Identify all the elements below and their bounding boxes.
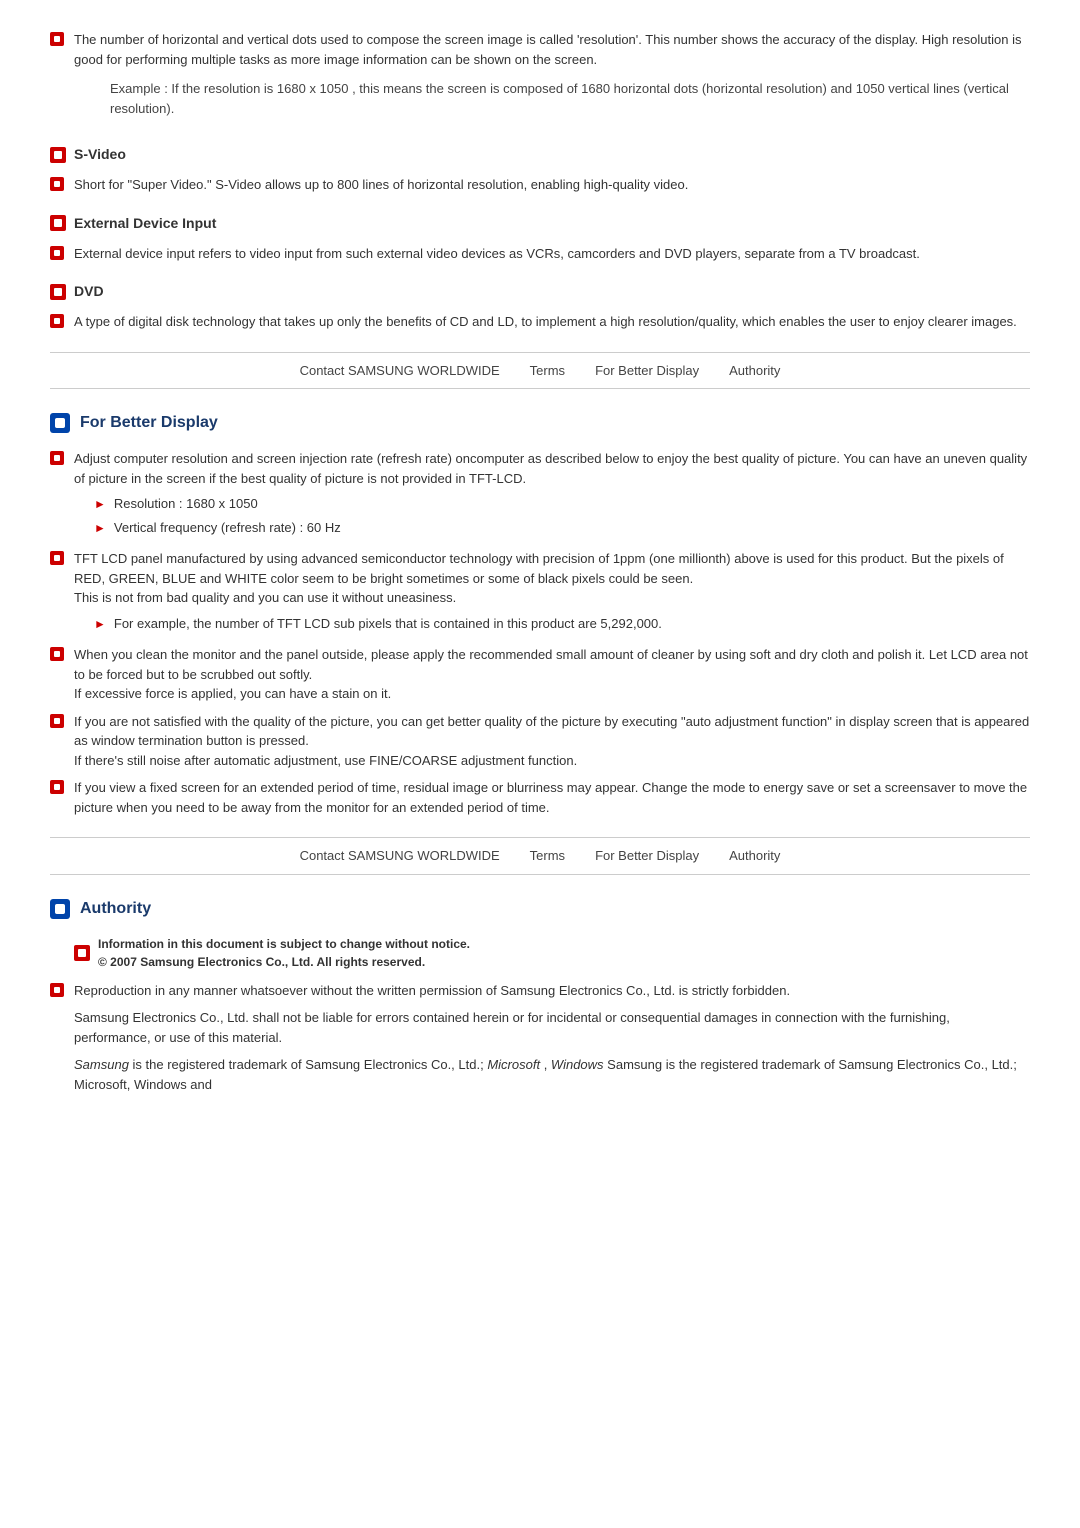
- bullet-icon-dvd: [50, 314, 64, 328]
- resolution-main-text: The number of horizontal and vertical do…: [74, 32, 1021, 67]
- fbd-sub-bullet-1-2: ► Vertical frequency (refresh rate) : 60…: [94, 518, 1030, 538]
- authority-bullet: Reproduction in any manner whatsoever wi…: [50, 981, 1030, 1103]
- svideo-heading: S-Video: [50, 144, 1030, 165]
- external-text: External device input refers to video in…: [74, 244, 920, 264]
- bullet-icon-fbd5: [50, 780, 64, 794]
- svideo-bullet: Short for "Super Video." S-Video allows …: [50, 175, 1030, 195]
- svideo-icon: [50, 147, 66, 163]
- fbd-bullet-5-content: If you view a fixed screen for an extend…: [74, 778, 1030, 817]
- forbetterdisplay-section: For Better Display Adjust computer resol…: [50, 411, 1030, 817]
- nav1-forbetterdisplay[interactable]: For Better Display: [595, 361, 699, 381]
- nav1-authority[interactable]: Authority: [729, 361, 780, 381]
- fbd-sub-bullet-1-1: ► Resolution : 1680 x 1050: [94, 494, 1030, 514]
- external-heading: External Device Input: [50, 213, 1030, 234]
- resolution-text: The number of horizontal and vertical do…: [74, 30, 1030, 126]
- external-bullet: External device input refers to video in…: [50, 244, 1030, 264]
- authority-windows-italic: Windows: [551, 1057, 604, 1072]
- authority-paragraphs: Reproduction in any manner whatsoever wi…: [74, 981, 1030, 1103]
- fbd-bullet-1-content: Adjust computer resolution and screen in…: [74, 449, 1030, 541]
- bullet-icon-external: [50, 246, 64, 260]
- nav2-authority[interactable]: Authority: [729, 846, 780, 866]
- fbd-bullet-4-content: If you are not satisfied with the qualit…: [74, 712, 1030, 771]
- fbd-bullet-2: TFT LCD panel manufactured by using adva…: [50, 549, 1030, 637]
- nav2-contact[interactable]: Contact SAMSUNG WORLDWIDE: [300, 846, 500, 866]
- dvd-heading: DVD: [50, 281, 1030, 302]
- bullet-icon-fbd2: [50, 551, 64, 565]
- arrow-icon-1-1: ►: [94, 495, 106, 513]
- dvd-bullet: A type of digital disk technology that t…: [50, 312, 1030, 332]
- forbetterdisplay-icon: [50, 413, 70, 433]
- svideo-section: S-Video Short for "Super Video." S-Video…: [50, 144, 1030, 195]
- authority-para-3: Samsung is the registered trademark of S…: [74, 1055, 1030, 1094]
- bullet-icon-resolution: [50, 32, 64, 46]
- navbar-1: Contact SAMSUNG WORLDWIDE Terms For Bett…: [50, 352, 1030, 390]
- resolution-example: Example : If the resolution is 1680 x 10…: [110, 79, 1030, 118]
- dvd-section: DVD A type of digital disk technology th…: [50, 281, 1030, 332]
- authority-note1: Information in this document is subject …: [98, 935, 470, 953]
- dvd-icon: [50, 284, 66, 300]
- bullet-icon-fbd3: [50, 647, 64, 661]
- nav1-contact[interactable]: Contact SAMSUNG WORLDWIDE: [300, 361, 500, 381]
- authority-note-icon: [74, 945, 90, 961]
- authority-note: Information in this document is subject …: [74, 935, 1030, 971]
- arrow-icon-1-2: ►: [94, 519, 106, 537]
- fbd-bullet-4: If you are not satisfied with the qualit…: [50, 712, 1030, 771]
- fbd-bullet-2-subbullets: ► For example, the number of TFT LCD sub…: [94, 614, 1030, 634]
- forbetterdisplay-heading: For Better Display: [50, 411, 1030, 435]
- authority-samsung-italic: Samsung: [74, 1057, 129, 1072]
- authority-microsoft-italic: Microsoft: [487, 1057, 540, 1072]
- bullet-icon-fbd1: [50, 451, 64, 465]
- authority-note2: © 2007 Samsung Electronics Co., Ltd. All…: [98, 953, 470, 971]
- external-icon: [50, 215, 66, 231]
- bullet-icon-authority: [50, 983, 64, 997]
- nav1-terms[interactable]: Terms: [530, 361, 565, 381]
- external-section: External Device Input External device in…: [50, 213, 1030, 264]
- fbd-bullet-1: Adjust computer resolution and screen in…: [50, 449, 1030, 541]
- bullet-icon-fbd4: [50, 714, 64, 728]
- authority-para-1: Reproduction in any manner whatsoever wi…: [74, 981, 1030, 1001]
- authority-note-icon-row: Information in this document is subject …: [74, 935, 1030, 971]
- authority-section: Authority Information in this document i…: [50, 897, 1030, 1103]
- fbd-bullet-5: If you view a fixed screen for an extend…: [50, 778, 1030, 817]
- arrow-icon-2-1: ►: [94, 615, 106, 633]
- navbar-2: Contact SAMSUNG WORLDWIDE Terms For Bett…: [50, 837, 1030, 875]
- fbd-bullet-3-content: When you clean the monitor and the panel…: [74, 645, 1030, 704]
- bullet-icon-svideo: [50, 177, 64, 191]
- nav2-forbetterdisplay[interactable]: For Better Display: [595, 846, 699, 866]
- authority-para-2: Samsung Electronics Co., Ltd. shall not …: [74, 1008, 1030, 1047]
- resolution-bullet: The number of horizontal and vertical do…: [50, 30, 1030, 126]
- nav2-terms[interactable]: Terms: [530, 846, 565, 866]
- fbd-bullet-2-content: TFT LCD panel manufactured by using adva…: [74, 549, 1030, 637]
- dvd-text: A type of digital disk technology that t…: [74, 312, 1017, 332]
- fbd-sub-bullet-2-1: ► For example, the number of TFT LCD sub…: [94, 614, 1030, 634]
- fbd-bullet-3: When you clean the monitor and the panel…: [50, 645, 1030, 704]
- fbd-bullet-1-subbullets: ► Resolution : 1680 x 1050 ► Vertical fr…: [94, 494, 1030, 537]
- authority-heading: Authority: [50, 897, 1030, 921]
- authority-icon: [50, 899, 70, 919]
- svideo-text: Short for "Super Video." S-Video allows …: [74, 175, 688, 195]
